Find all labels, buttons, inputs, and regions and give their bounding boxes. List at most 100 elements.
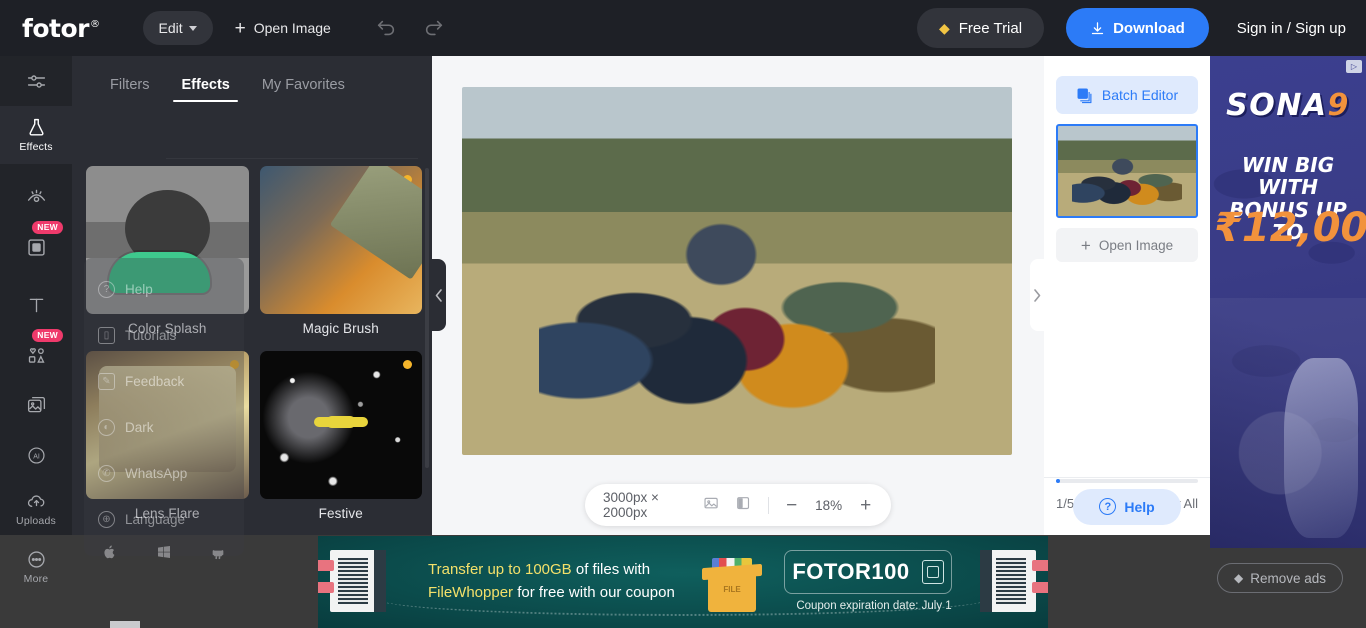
panel-tabs: Filters Effects My Favorites xyxy=(72,56,432,102)
frame-border-icon xyxy=(27,238,45,256)
pro-dot-icon xyxy=(229,360,239,369)
effect-label: Magic Brush xyxy=(302,321,379,336)
effect-thumbnail xyxy=(86,351,249,499)
tab-effects[interactable]: Effects xyxy=(165,77,245,102)
undo-icon[interactable] xyxy=(375,17,397,39)
tab-my-favorites[interactable]: My Favorites xyxy=(246,77,361,102)
apple-icon[interactable] xyxy=(102,544,118,562)
canvas-bottom-toolbar: 3000px × 2000px − 18% + xyxy=(585,484,891,526)
canvas-image[interactable] xyxy=(462,87,1012,455)
panel-scrollbar[interactable] xyxy=(425,168,429,468)
fit-image-icon[interactable] xyxy=(703,495,719,515)
tabs-divider xyxy=(166,158,418,159)
remove-ads-label: Remove ads xyxy=(1250,570,1327,586)
sidebar-item-uploads-label: Uploads xyxy=(16,515,56,527)
tab-my-favorites-label: My Favorites xyxy=(261,77,345,93)
undo-redo-group xyxy=(375,17,445,39)
pro-dot-icon xyxy=(403,175,412,184)
effect-card-magic-brush[interactable]: Magic Brush xyxy=(259,166,422,336)
side-advertisement[interactable]: ▷ SONA9 WIN BIG WITH BONUS UP TO ₹12,000 xyxy=(1210,56,1366,548)
fotor-logo[interactable]: fotor® xyxy=(22,13,100,43)
free-trial-button[interactable]: ◆ Free Trial xyxy=(916,8,1045,48)
arm-shape xyxy=(318,582,334,593)
arm-shape xyxy=(318,560,334,571)
sidebar-item-more-label: More xyxy=(23,573,49,585)
zoom-out-button[interactable]: − xyxy=(784,496,799,515)
platform-links xyxy=(84,542,244,562)
effect-label: Festive xyxy=(318,506,363,521)
diamond-icon: ◆ xyxy=(1234,571,1244,585)
banner-file-box-icon xyxy=(700,558,764,614)
help-button[interactable]: ? Help xyxy=(1073,488,1181,525)
banner-copy-line2-highlight: FileWhopper xyxy=(428,584,514,602)
signin-signup-link[interactable]: Sign in / Sign up xyxy=(1237,20,1346,37)
collapse-right-panel-button[interactable] xyxy=(1030,259,1044,331)
image-dimensions-label: 3000px × 2000px xyxy=(603,490,659,520)
collapse-left-panel-button[interactable] xyxy=(432,259,446,331)
bottom-banner-advertisement[interactable]: Transfer up to 100GB of files with FileW… xyxy=(318,536,1048,628)
effect-card-color-splash[interactable]: Color Splash xyxy=(86,166,249,336)
svg-text:AI: AI xyxy=(33,453,40,460)
text-icon xyxy=(29,298,43,312)
chevron-left-icon xyxy=(435,288,442,302)
ad-brand-prefix: SONA xyxy=(1226,88,1328,123)
header-actions: ◆ Free Trial Download Sign in / Sign up xyxy=(916,8,1366,48)
batch-panel-footer: ? Help xyxy=(1044,477,1210,535)
logo-text: fotor xyxy=(22,13,90,43)
door-side xyxy=(980,550,992,612)
effect-card-lens-flare[interactable]: Lens Flare xyxy=(86,351,249,521)
coupon-code-box[interactable]: FOTOR100 xyxy=(784,550,952,594)
ad-cricketer-image xyxy=(1210,298,1366,548)
plus-icon: + xyxy=(234,17,246,39)
open-image-button[interactable]: + Open Image xyxy=(235,19,331,38)
chevron-right-icon xyxy=(1034,288,1041,302)
sidebar-item-effects[interactable]: Effects xyxy=(0,106,72,164)
banner-copy-line2: FileWhopper for free with our coupon xyxy=(428,581,675,604)
tab-filters[interactable]: Filters xyxy=(94,77,165,102)
flask-effects-icon xyxy=(29,118,43,136)
effect-thumbnail xyxy=(86,166,249,314)
android-icon[interactable] xyxy=(210,544,226,562)
download-button[interactable]: Download xyxy=(1066,8,1209,48)
ad-choices-icon[interactable]: ▷ xyxy=(1346,60,1362,73)
tool-sidebar: Effects NEW NEW AI Uploads More xyxy=(0,56,72,585)
sidebar-item-text[interactable] xyxy=(0,280,72,330)
sidebar-item-frame[interactable]: NEW xyxy=(0,221,72,272)
zoom-in-button[interactable]: + xyxy=(858,496,873,515)
sidebar-item-more[interactable]: More xyxy=(0,538,72,596)
effects-grid: Color Splash Magic Brush Lens Flare Fest… xyxy=(86,166,422,535)
edit-menu-button[interactable]: Edit xyxy=(142,11,213,45)
help-button-label: Help xyxy=(1124,498,1155,515)
redo-icon[interactable] xyxy=(423,17,445,39)
sidebar-item-retouch[interactable] xyxy=(0,172,72,222)
batch-editor-label: Batch Editor xyxy=(1101,87,1179,103)
sidebar-item-uploads[interactable]: Uploads xyxy=(0,480,72,538)
copy-icon[interactable] xyxy=(921,560,944,584)
batch-open-image-button[interactable]: + Open Image xyxy=(1056,228,1198,262)
stickers-image-icon xyxy=(27,396,45,412)
sidebar-item-ai[interactable]: AI xyxy=(0,430,72,480)
cloud-upload-icon xyxy=(27,495,44,507)
banner-copy: Transfer up to 100GB of files with FileW… xyxy=(428,558,675,605)
bottom-status-stub xyxy=(110,621,140,628)
download-icon xyxy=(1091,21,1104,34)
elements-shapes-icon xyxy=(28,347,45,363)
compare-split-icon[interactable] xyxy=(735,495,751,515)
batch-thumbnail-1[interactable] xyxy=(1056,124,1198,218)
sidebar-item-elements[interactable]: NEW xyxy=(0,329,72,380)
download-label: Download xyxy=(1113,19,1185,37)
sidebar-item-stickers[interactable] xyxy=(0,380,72,430)
new-badge-frame: NEW xyxy=(32,221,63,234)
remove-ads-button[interactable]: ◆ Remove ads xyxy=(1217,563,1344,593)
batch-editor-button[interactable]: Batch Editor xyxy=(1056,76,1198,114)
windows-icon[interactable] xyxy=(156,544,172,562)
box-body xyxy=(708,576,756,612)
effect-card-festive[interactable]: Festive xyxy=(259,351,422,521)
sidebar-item-adjust[interactable] xyxy=(0,56,72,106)
fotor-editor-window: fotor® Edit + Open Image ◆ Free Trial Do… xyxy=(0,0,1366,628)
eye-retouch-icon xyxy=(27,189,45,202)
ad-brand-suffix: 9 xyxy=(1327,88,1350,123)
pro-dot-icon xyxy=(403,360,412,369)
arm-shape xyxy=(1032,560,1048,571)
rail-spacer-2 xyxy=(0,272,72,280)
